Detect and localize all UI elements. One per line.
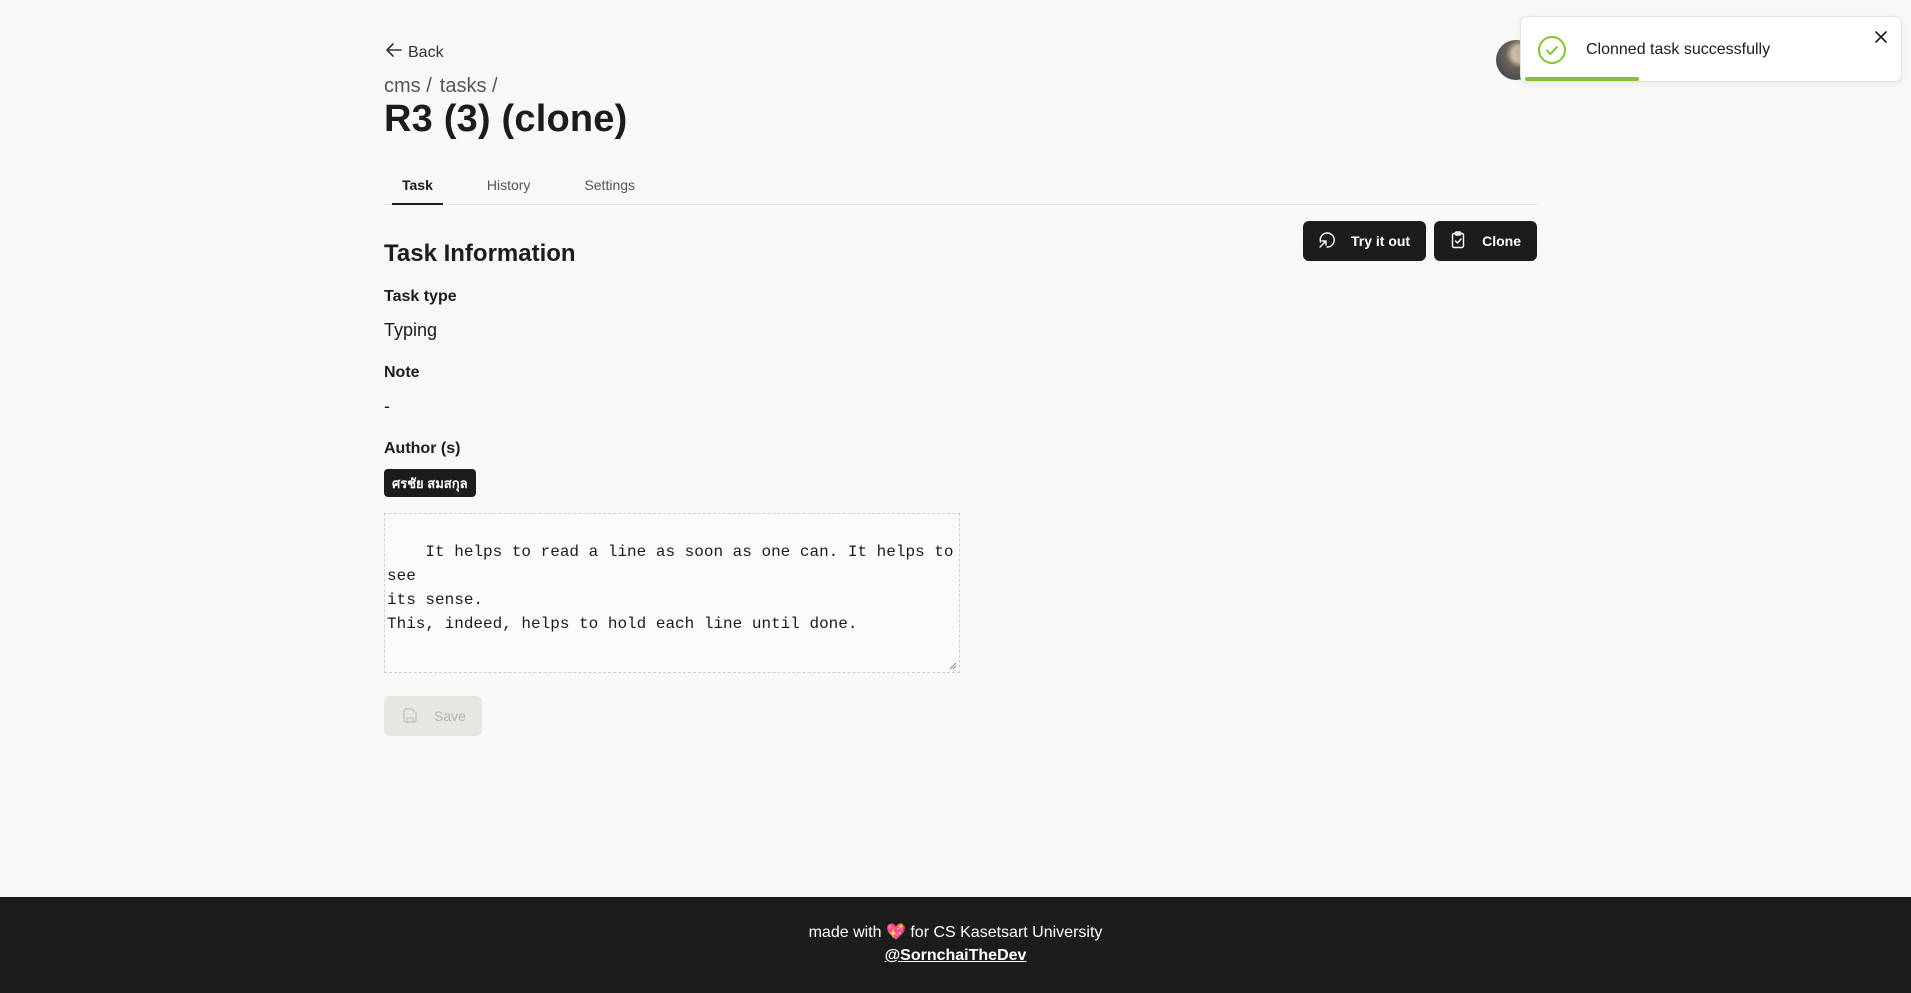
page-title: R3 (3) (clone) [384,98,628,140]
close-icon[interactable] [1871,27,1891,47]
footer-pre: made with [808,924,882,941]
save-label: Save [434,708,466,724]
breadcrumb-tasks[interactable]: tasks / [440,75,498,98]
save-button[interactable]: Save [384,696,482,736]
toast-message: Clonned task successfully [1586,41,1771,58]
note-label: Note [384,364,420,381]
task-type-label: Task type [384,288,457,305]
task-type-value: Typing [384,320,438,340]
resize-handle-icon[interactable] [949,662,957,670]
check-circle-icon [1538,36,1566,64]
author-label: Author (s) [384,440,461,457]
footer-credit: made with 💖 for CS Kasetsart University [0,922,1911,942]
toast-notification: Clonned task successfully [1520,16,1902,82]
breadcrumb: cms / tasks / [384,75,498,98]
tab-bar: Task History Settings [384,165,1537,205]
task-content-text: It helps to read a line as soon as one c… [387,543,954,633]
toast-progress-bar [1525,77,1639,81]
tab-task[interactable]: Task [392,165,443,205]
tab-settings[interactable]: Settings [574,165,645,204]
task-content-textarea[interactable]: It helps to read a line as soon as one c… [384,513,960,673]
arrow-left-icon [384,40,404,65]
clipboard-check-icon [1448,230,1468,253]
action-buttons: Try it out Clone [1302,221,1537,261]
clone-button[interactable]: Clone [1434,221,1537,261]
back-link[interactable]: Back [384,40,444,65]
author-badge: ศรชัย สมสกุล [384,469,476,497]
clone-label: Clone [1482,233,1521,249]
tab-history[interactable]: History [477,165,541,204]
section-title: Task Information [384,240,576,267]
toast-progress-track [1521,77,1901,81]
author-link[interactable]: @SornchaiTheDev [0,947,1911,965]
try-it-out-label: Try it out [1350,233,1411,249]
breadcrumb-cms[interactable]: cms / [384,75,432,98]
note-value: - [384,396,390,416]
back-label: Back [408,43,444,61]
save-icon [400,705,420,728]
try-it-out-button[interactable]: Try it out [1302,221,1427,261]
heart-icon: 💖 [885,924,906,941]
footer: made with 💖 for CS Kasetsart University … [0,897,1911,993]
footer-post: for CS Kasetsart University [910,924,1103,941]
try-it-out-icon [1317,230,1337,253]
